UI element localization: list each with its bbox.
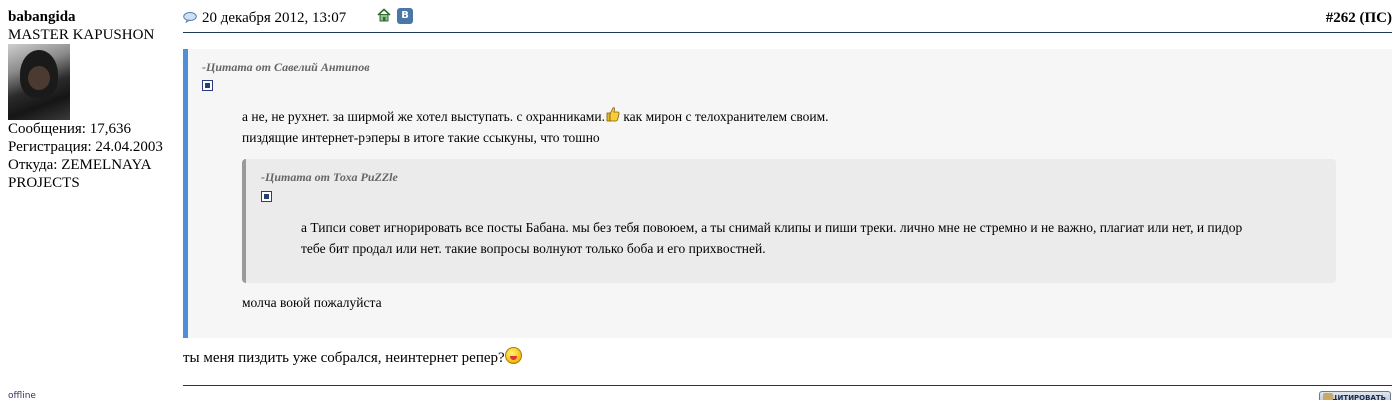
nested-quote-line1: а Типси совет игнорировать все посты Баб… [301,220,1243,235]
quote-text: а не, не рухнет. за ширмой же хотел выст… [242,106,829,148]
user-info: babangida MASTER KAPUSHON Сообщения: 17,… [8,8,178,192]
online-status: offline [8,391,36,400]
post-date: 20 декабря 2012, 13:07 [202,10,347,26]
user-location: Откуда: ZEMELNAYA PROJECTS [8,157,151,191]
post-footer-divider [183,385,1392,386]
nested-quote-text: а Типси совет игнорировать все посты Баб… [301,217,1242,259]
thumbs-up-icon [605,106,620,122]
username[interactable]: babangida [8,8,178,26]
quote-link-icon[interactable] [202,80,213,91]
avatar [8,44,70,120]
tongue-smiley-icon [504,347,522,364]
post-body-text: ты меня пиздить уже собрался, неинтернет… [183,350,505,366]
post-number[interactable]: #262 (ПС) [1326,10,1392,27]
quote-text-line1-part2: как мирон с телохранителем своим. [619,109,829,124]
quote-text-after-nested: молча воюй пожалуйста [242,295,382,310]
user-posts-count: Сообщения: 17,636 [8,121,131,137]
quote-text-line1-part1: а не, не рухнет. за ширмой же хотел выст… [242,109,605,124]
quote-block: -Цитата от Савелий Антипов а не, не рухн… [183,49,1392,338]
vk-icon[interactable]: В [397,8,413,24]
nested-quote-block: -Цитата от Тоха PuZZle а Типси совет игн… [242,159,1336,283]
comment-icon [183,11,197,24]
user-rank: MASTER KAPUSHON [8,27,155,43]
quote-text-line2: пиздящие интернет-рэперы в итоге такие с… [242,130,600,145]
home-icon[interactable] [377,8,391,22]
forum-post: babangida MASTER KAPUSHON Сообщения: 17,… [0,0,1400,400]
post-header: 20 декабря 2012, 13:07 В #262 (ПС) [183,8,1392,33]
nested-quote-line2: тебе бит продал или нет. такие вопросы в… [301,241,766,256]
quote-button[interactable]: ЦИТИРОВАТЬ [1319,391,1391,400]
post-number-link[interactable]: #262 [1326,10,1356,26]
nested-quote-link-icon[interactable] [261,191,272,202]
nested-quote-author: -Цитата от Тоха PuZZle [261,170,398,184]
post-body: ты меня пиздить уже собрался, неинтернет… [183,347,522,367]
quote-author: -Цитата от Савелий Антипов [202,60,370,74]
user-registered: Регистрация: 24.04.2003 [8,139,163,155]
post-tag: (ПС) [1359,10,1393,26]
